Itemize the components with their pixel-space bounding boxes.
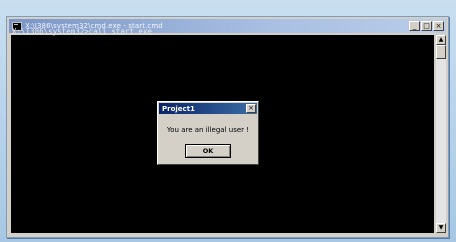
dialog-message: You are an illegal user ! — [166, 126, 250, 134]
message-dialog: Project1 × You are an illegal user ! OK — [157, 101, 259, 165]
vertical-scrollbar[interactable]: ▲ ▼ — [436, 35, 446, 233]
scroll-down-arrow-icon[interactable]: ▼ — [436, 223, 446, 233]
ok-button[interactable]: OK — [185, 144, 231, 158]
maximize-button[interactable]: □ — [421, 21, 432, 31]
dialog-titlebar[interactable]: Project1 × — [159, 103, 257, 114]
scroll-up-arrow-icon[interactable]: ▲ — [436, 35, 446, 45]
minimize-button[interactable]: _ — [409, 21, 420, 31]
console-prompt-line: X:\I386\system32>call start.exe — [12, 27, 152, 36]
dialog-close-button[interactable]: × — [246, 104, 256, 113]
window-controls: _ □ × — [409, 21, 444, 31]
scroll-thumb[interactable] — [436, 45, 446, 59]
close-button[interactable]: × — [433, 21, 444, 31]
dialog-title: Project1 — [162, 104, 195, 113]
